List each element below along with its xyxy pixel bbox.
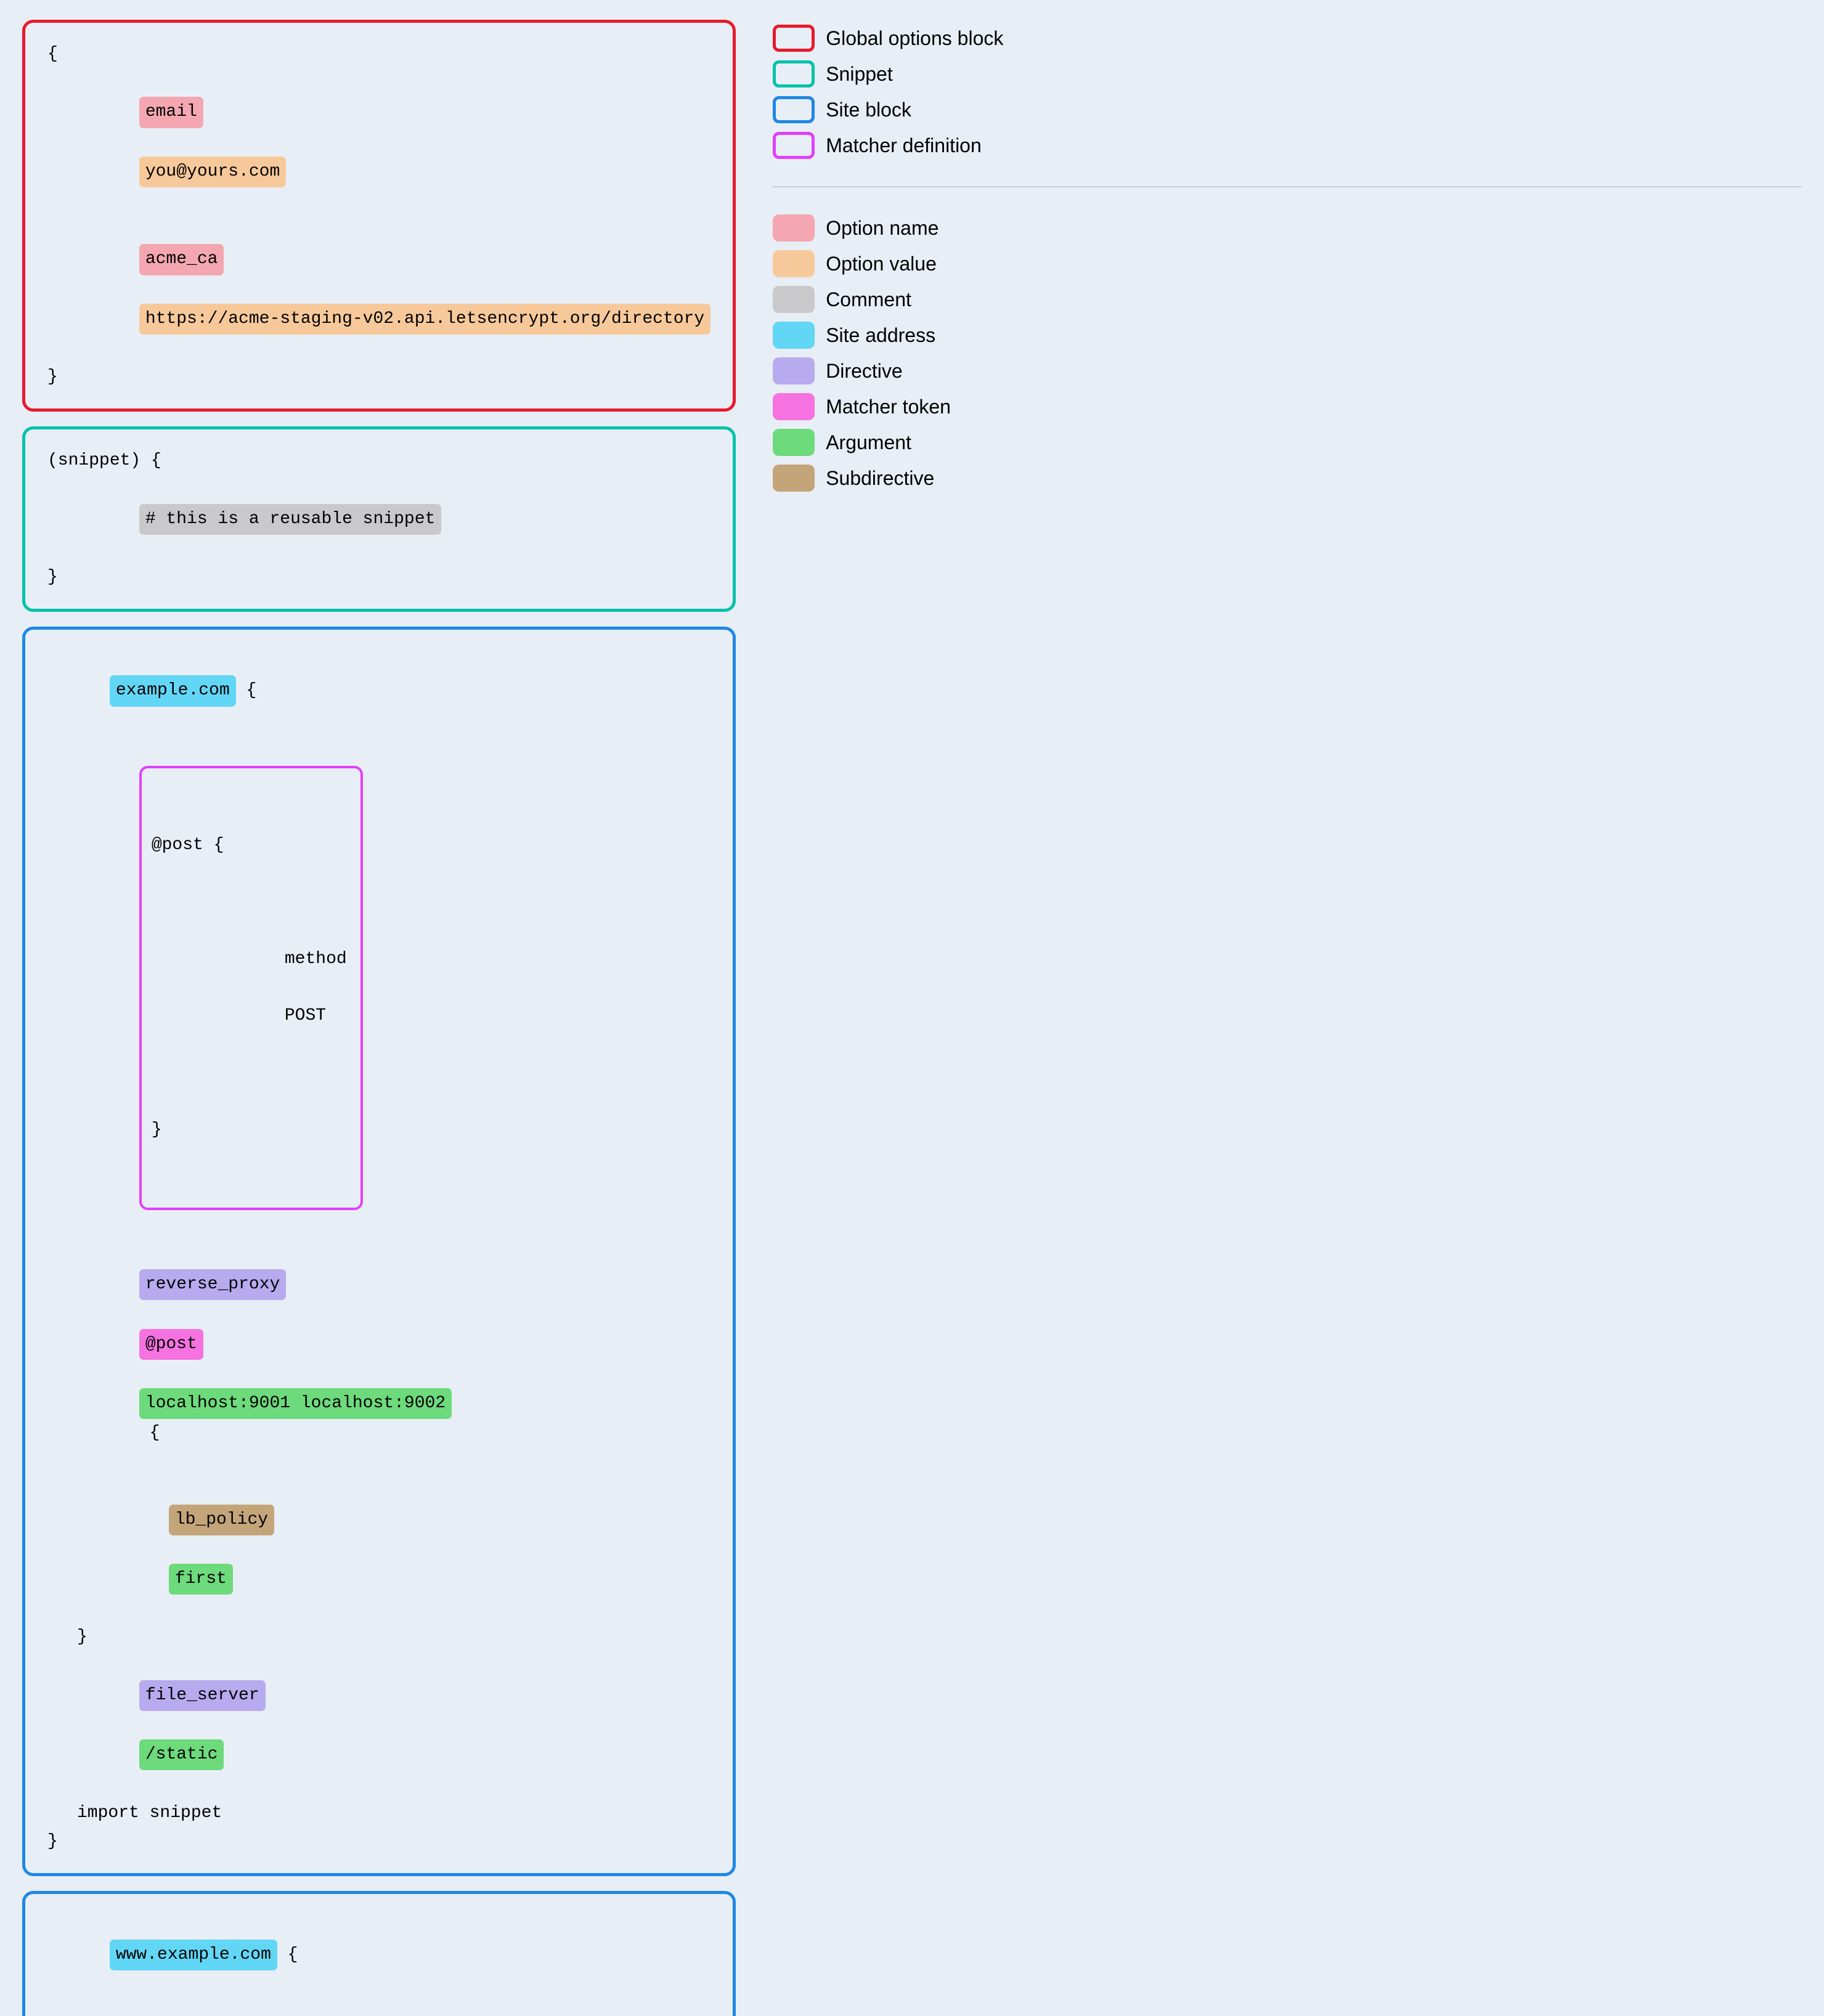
token-legend-section: Option name Option value Comment Site ad… (773, 214, 1802, 492)
global-options-block: { email you@yours.com acme_ca https://ac… (22, 20, 736, 412)
site-block-legend-box (773, 96, 815, 123)
lb-policy-arg: first (169, 1564, 233, 1595)
reverse-proxy-close: } (77, 1623, 710, 1651)
matcher-def-row: @post { method POST } (77, 735, 710, 1241)
legend-subdirective: Subdirective (773, 465, 1802, 492)
subdirective-legend-label: Subdirective (826, 467, 934, 490)
matcher-open: @post { (152, 831, 347, 860)
site1-address: example.com (110, 675, 236, 706)
reverse-proxy-directive: reverse_proxy (139, 1269, 286, 1300)
legend-global-options: Global options block (773, 25, 1802, 52)
legend-panel: Global options block Snippet Site block … (773, 20, 1802, 2016)
matcher-arg: POST (285, 1006, 326, 1025)
site-address-swatch (773, 322, 815, 349)
option-value-swatch (773, 250, 815, 277)
snippet-legend-label: Snippet (826, 63, 893, 86)
legend-matcher-token: Matcher token (773, 393, 1802, 420)
legend-option-name: Option name (773, 214, 1802, 242)
site1-address-line: example.com { (47, 647, 710, 735)
argument-swatch (773, 429, 815, 456)
option-name-legend-label: Option name (826, 217, 938, 240)
matcher-token-swatch (773, 393, 815, 420)
site1-open-brace: { (236, 681, 257, 700)
reverse-proxy-line: reverse_proxy @post localhost:9001 local… (77, 1241, 710, 1476)
site-address-legend-label: Site address (826, 324, 935, 347)
argument-legend-label: Argument (826, 431, 911, 454)
file-server-arg: /static (139, 1739, 224, 1770)
matcher-def-legend-box (773, 132, 815, 159)
legend-matcher-def: Matcher definition (773, 132, 1802, 159)
directive-legend-label: Directive (826, 360, 902, 383)
site-block-legend-label: Site block (826, 99, 911, 121)
global-open-brace: { (47, 40, 710, 68)
legend-option-value: Option value (773, 250, 1802, 277)
reverse-proxy-open-brace: { (139, 1423, 160, 1442)
site-block-2: www.example.com { redir https://example.… (22, 1891, 736, 2016)
reverse-proxy-args: localhost:9001 localhost:9002 (139, 1388, 452, 1419)
reverse-proxy-matcher: @post (139, 1329, 203, 1360)
global-options-legend-box (773, 25, 815, 52)
site1-close-brace: } (47, 1827, 710, 1856)
legend-argument: Argument (773, 429, 1802, 456)
legend-directive: Directive (773, 357, 1802, 384)
subdirective-swatch (773, 465, 815, 492)
matcher-def-legend-label: Matcher definition (826, 134, 982, 157)
option-value-legend-label: Option value (826, 253, 937, 275)
matcher-definition-box: @post { method POST } (139, 766, 363, 1210)
snippet-block: (snippet) { # this is a reusable snippet… (22, 426, 736, 612)
global-options-legend-label: Global options block (826, 27, 1003, 50)
matcher-token-legend-label: Matcher token (826, 396, 951, 418)
snippet-comment-row: # this is a reusable snippet (77, 475, 710, 563)
email-key: email (139, 97, 203, 128)
legend-snippet: Snippet (773, 60, 1802, 87)
site2-address: www.example.com (110, 1940, 277, 1970)
global-options-row: email you@yours.com (77, 68, 710, 216)
code-panel: { email you@yours.com acme_ca https://ac… (22, 20, 736, 2016)
legend-site-address: Site address (773, 322, 1802, 349)
email-value: you@yours.com (139, 156, 286, 187)
lb-policy-line: lb_policy first (107, 1476, 710, 1623)
snippet-open: (snippet) { (47, 447, 710, 475)
legend-divider (773, 186, 1802, 187)
matcher-directive-label: method (285, 949, 347, 969)
snippet-comment: # this is a reusable snippet (139, 504, 441, 535)
block-legend-section: Global options block Snippet Site block … (773, 25, 1802, 159)
file-server-directive: file_server (139, 1680, 266, 1711)
redir-line: redir https://example.com{uri} (77, 1999, 710, 2016)
matcher-content: method POST (181, 917, 347, 1059)
snippet-legend-box (773, 60, 815, 87)
snippet-close: } (47, 563, 710, 591)
legend-comment: Comment (773, 286, 1802, 313)
comment-swatch (773, 286, 815, 313)
acme-value: https://acme-staging-v02.api.letsencrypt… (139, 304, 710, 335)
comment-legend-label: Comment (826, 288, 911, 311)
option-name-swatch (773, 214, 815, 242)
site-block-1: example.com { @post { method POST } reve… (22, 627, 736, 1876)
file-server-line: file_server /static (77, 1652, 710, 1799)
legend-site-block: Site block (773, 96, 1802, 123)
site2-address-line: www.example.com { (47, 1911, 710, 1999)
acme-key: acme_ca (139, 244, 224, 275)
global-close-brace: } (47, 363, 710, 391)
import-snippet-line-1: import snippet (77, 1799, 710, 1827)
site2-open-brace: { (277, 1945, 298, 1964)
directive-swatch (773, 357, 815, 384)
acme-options-row: acme_ca https://acme-staging-v02.api.let… (77, 216, 710, 363)
matcher-close: } (152, 1116, 347, 1144)
lb-policy-subdirective: lb_policy (169, 1505, 274, 1535)
